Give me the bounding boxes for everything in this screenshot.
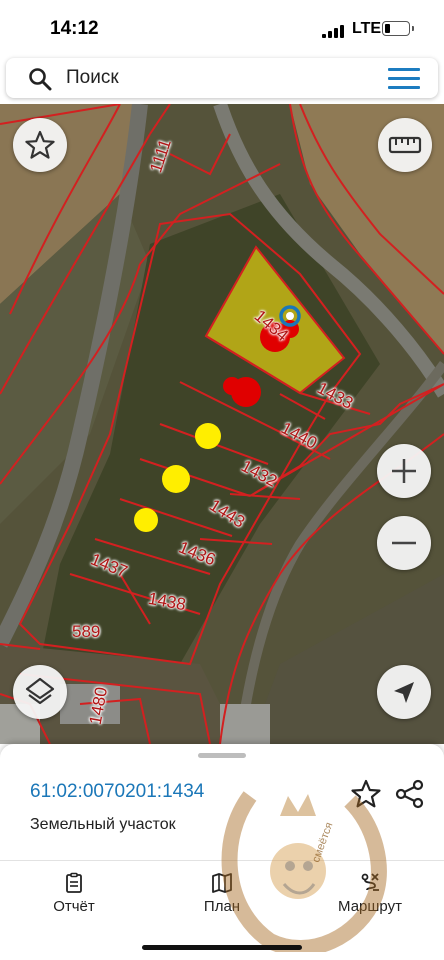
report-icon (66, 872, 82, 893)
menu-icon[interactable] (388, 68, 420, 90)
tab-plan[interactable]: План (182, 862, 262, 918)
map-plan-icon (212, 873, 232, 893)
sheet-drag-handle[interactable] (198, 753, 246, 758)
favorites-map-button[interactable] (13, 118, 67, 172)
tab-label: План (203, 898, 241, 915)
my-location-button[interactable] (377, 665, 431, 719)
search-input[interactable]: Поиск (66, 67, 119, 89)
zoom-in-button[interactable] (377, 444, 431, 498)
navigation-arrow-icon (394, 682, 414, 703)
ruler-icon (388, 136, 422, 154)
bottom-tab-bar: Отчёт План Маршрут (0, 862, 444, 918)
share-icon[interactable] (394, 778, 426, 810)
home-indicator (142, 945, 302, 950)
tab-label: Отчёт (53, 898, 95, 915)
battery-icon (382, 21, 414, 36)
layers-icon (25, 677, 55, 705)
plus-icon (392, 459, 416, 483)
ruler-button[interactable] (378, 118, 432, 172)
search-icon (29, 68, 52, 91)
cadastral-number[interactable]: 61:02:0070201:1434 (30, 781, 204, 803)
search-bar[interactable]: Поиск (6, 58, 438, 98)
status-bar: 14:12 LTE (0, 0, 444, 58)
parcel-info-sheet: 61:02:0070201:1434 Земельный участок Отч… (0, 744, 444, 960)
tab-route[interactable]: Маршрут (324, 862, 416, 918)
status-time: 14:12 (50, 18, 99, 39)
layers-button[interactable] (13, 665, 67, 719)
parcel-type: Земельный участок (30, 816, 176, 833)
satellite-map (0, 104, 444, 744)
map-view[interactable]: 1111 1434 1433 1440 1432 1443 1436 1437 … (0, 104, 444, 744)
signal-icon (322, 24, 344, 38)
star-icon[interactable] (350, 778, 382, 810)
tab-label: Маршрут (338, 898, 402, 915)
parcel-label[interactable]: 589 (72, 622, 100, 642)
divider (0, 860, 444, 861)
tab-report[interactable]: Отчёт (34, 862, 114, 918)
network-label: LTE (352, 20, 382, 37)
star-icon (25, 130, 55, 159)
minus-icon (392, 541, 416, 545)
route-icon (361, 873, 379, 891)
zoom-out-button[interactable] (377, 516, 431, 570)
